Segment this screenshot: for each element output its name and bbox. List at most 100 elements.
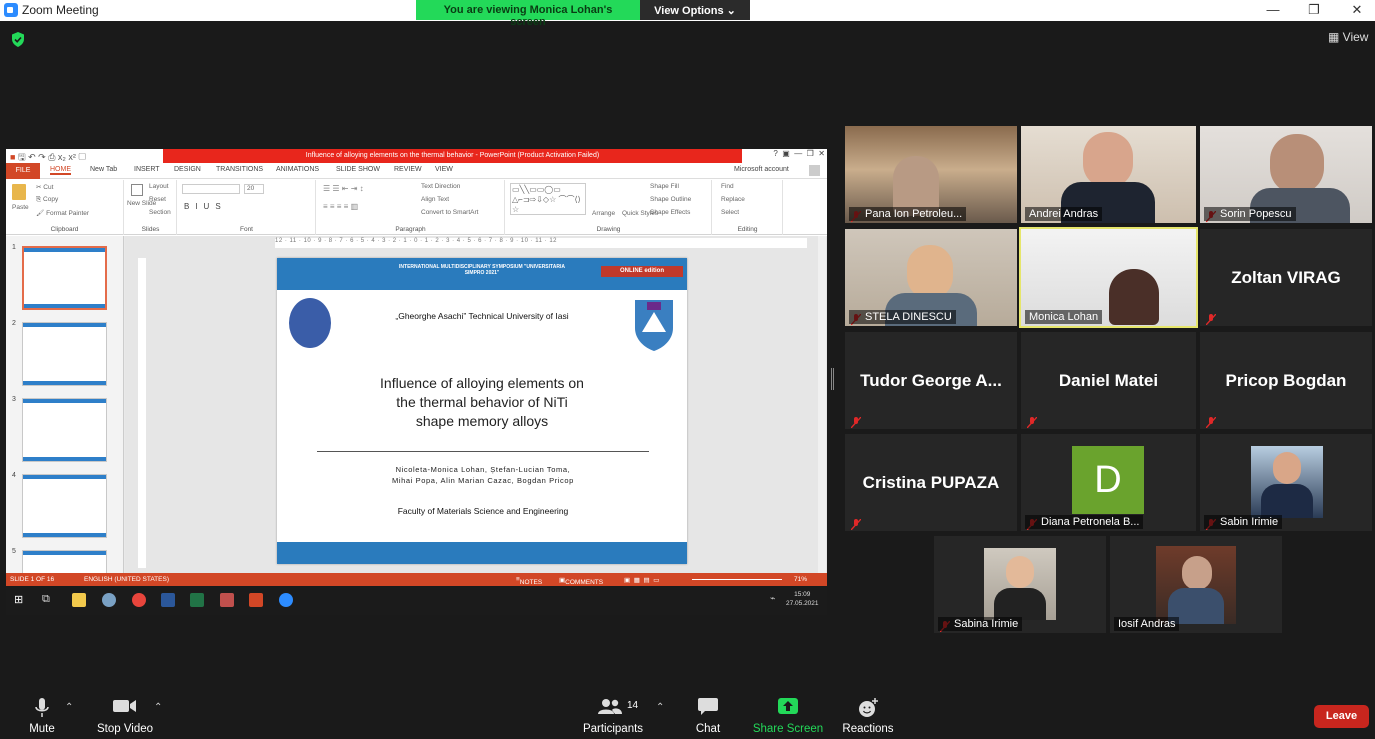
select-button[interactable]: Select [721, 209, 739, 216]
tab-home[interactable]: HOME [50, 166, 71, 175]
minimize-button[interactable]: — [1258, 1, 1288, 19]
notes-button[interactable]: ≡ NOTES [516, 576, 542, 586]
participants-button[interactable]: 14 Participants [580, 688, 646, 739]
shape-effects-button[interactable]: Shape Effects [650, 209, 690, 216]
list-buttons[interactable]: ☰ ☰ ⇤ ⇥ ↕ [323, 184, 364, 193]
powerpoint-icon[interactable] [249, 593, 263, 607]
tab-slide-show[interactable]: SLIDE SHOW [336, 166, 380, 173]
title-line-1: Influence of alloying elements on [380, 375, 584, 391]
panel-splitter[interactable] [831, 368, 834, 390]
participant-tile[interactable]: Sabina Irimie [934, 536, 1106, 633]
slide-thumbnail-1[interactable] [22, 246, 107, 310]
participant-tile[interactable]: Sorin Popescu [1200, 126, 1372, 223]
mute-button[interactable]: Mute [14, 688, 70, 739]
audio-options-chevron-icon[interactable]: ⌃ [65, 702, 73, 713]
tab-design[interactable]: DESIGN [174, 166, 201, 173]
group-label-drawing: Drawing [596, 226, 621, 233]
view-layout-button[interactable]: ▦ View [1328, 30, 1368, 44]
participant-tile-active-speaker[interactable]: Monica Lohan [1019, 227, 1198, 328]
ppt-account[interactable]: Microsoft account [734, 166, 789, 173]
font-family-select[interactable] [182, 184, 240, 194]
online-edition-badge: ONLINE edition [601, 266, 683, 277]
slide-thumbnail-4[interactable] [22, 474, 107, 538]
canvas-scrollbar[interactable] [818, 236, 826, 573]
ppt-window-buttons[interactable]: ? ▣ — ❐ ✕ [773, 149, 825, 158]
reactions-button[interactable]: Reactions [840, 688, 896, 739]
file-explorer-icon[interactable] [72, 593, 86, 607]
account-avatar[interactable] [809, 165, 820, 176]
leave-button[interactable]: Leave [1314, 705, 1369, 728]
taskbar-clock[interactable]: 15:09 27.05.2021 [786, 590, 819, 608]
slide-editing-canvas[interactable]: 12 · 11 · 10 · 9 · 8 · 7 · 6 · 5 · 4 · 3… [125, 236, 827, 573]
shape-outline-button[interactable]: Shape Outline [650, 196, 691, 203]
language-indicator[interactable]: ENGLISH (UNITED STATES) [84, 576, 169, 583]
vertical-ruler [138, 258, 146, 568]
slide-thumbnail-3[interactable] [22, 398, 107, 462]
convert-smartart-button[interactable]: Convert to SmartArt [421, 209, 478, 216]
share-screen-button[interactable]: Share Screen [752, 688, 824, 739]
participants-options-chevron-icon[interactable]: ⌃ [656, 702, 664, 713]
paste-icon[interactable] [12, 184, 26, 200]
tab-view[interactable]: VIEW [435, 166, 453, 173]
participant-tile[interactable]: Cristina PUPAZA [845, 434, 1017, 531]
paste-button[interactable]: Paste [12, 204, 29, 211]
stop-video-button[interactable]: Stop Video [94, 688, 156, 739]
font-size-select[interactable]: 20 [244, 184, 264, 194]
section-button[interactable]: Section [149, 209, 171, 216]
tab-transitions[interactable]: TRANSITIONS [216, 166, 263, 173]
participant-tile[interactable]: Pricop Bogdan [1200, 332, 1372, 429]
shape-fill-button[interactable]: Shape Fill [650, 183, 679, 190]
photos-app-icon[interactable] [102, 593, 116, 607]
find-button[interactable]: Find [721, 183, 734, 190]
restore-button[interactable]: ❐ [1299, 1, 1329, 19]
comments-button[interactable]: ▣ COMMENTS [559, 576, 603, 586]
chrome-icon[interactable] [132, 593, 146, 607]
participant-tile[interactable]: Pana Ion Petroleu... [845, 126, 1017, 223]
tab-review[interactable]: REVIEW [394, 166, 422, 173]
zoom-taskbar-icon[interactable] [279, 593, 293, 607]
view-options-button[interactable]: View Options ⌄ [640, 0, 750, 20]
shapes-gallery[interactable]: ▭╲╲▭▭◯▭ △⌐⊐⇨⇩◇☆ ⌒⌒⟨⟩☆ [510, 183, 586, 215]
participant-tile[interactable]: Daniel Matei [1021, 332, 1196, 429]
tab-insert[interactable]: INSERT [134, 166, 160, 173]
align-text-button[interactable]: Align Text [421, 196, 449, 203]
align-buttons[interactable]: ≡ ≡ ≡ ≡ ▥ [323, 202, 358, 211]
cut-button[interactable]: ✂ Cut [36, 183, 53, 191]
video-options-chevron-icon[interactable]: ⌃ [154, 702, 162, 713]
excel-icon[interactable] [190, 593, 204, 607]
current-slide[interactable]: INTERNATIONAL MULTIDISCIPLINARY SYMPOSIU… [277, 258, 687, 564]
arrange-button[interactable]: Arrange [592, 210, 615, 217]
reset-button[interactable]: Reset [149, 196, 166, 203]
participant-tile[interactable]: STELA DINESCU [845, 229, 1017, 326]
replace-button[interactable]: Replace [721, 196, 745, 203]
network-icon[interactable]: ⌁ [770, 593, 784, 607]
participant-tile[interactable]: Sabin Irimie [1200, 434, 1372, 531]
tab-new-tab[interactable]: New Tab [90, 166, 117, 173]
windows-start-icon[interactable]: ⊞ [14, 593, 28, 607]
encryption-shield-icon[interactable] [11, 32, 25, 47]
task-view-icon[interactable]: ⧉ [42, 593, 56, 607]
zoom-slider[interactable] [692, 579, 782, 580]
participant-tile[interactable]: Iosif Andras [1110, 536, 1282, 633]
slide-thumbnails-pane[interactable]: 1 2 3 4 5 [6, 236, 124, 586]
tab-file[interactable]: FILE [6, 163, 40, 179]
copy-button[interactable]: ⎘ Copy [36, 196, 58, 204]
participant-name: Diana Petronela B... [1025, 515, 1144, 529]
participant-tile[interactable]: Zoltan VIRAG [1200, 229, 1372, 326]
close-button[interactable]: ✕ [1342, 1, 1372, 19]
format-painter-button[interactable]: 🖌 Format Painter [36, 209, 89, 217]
chat-button[interactable]: Chat [688, 688, 728, 739]
participant-tile[interactable]: Andrei Andras [1021, 126, 1196, 223]
new-slide-icon[interactable] [131, 184, 143, 196]
participant-tile[interactable]: D Diana Petronela B... [1021, 434, 1196, 531]
text-direction-button[interactable]: Text Direction [421, 183, 460, 190]
word-icon[interactable] [161, 593, 175, 607]
pdf-reader-icon[interactable] [220, 593, 234, 607]
view-mode-buttons[interactable]: ▣ ▦ ▤ ▭ [624, 576, 659, 584]
tab-animations[interactable]: ANIMATIONS [276, 166, 319, 173]
slide-thumbnail-2[interactable] [22, 322, 107, 386]
layout-button[interactable]: Layout [149, 183, 169, 190]
zoom-level[interactable]: 71% [794, 576, 807, 583]
font-style-buttons[interactable]: BIUS [184, 202, 227, 211]
participant-tile[interactable]: Tudor George A... [845, 332, 1017, 429]
